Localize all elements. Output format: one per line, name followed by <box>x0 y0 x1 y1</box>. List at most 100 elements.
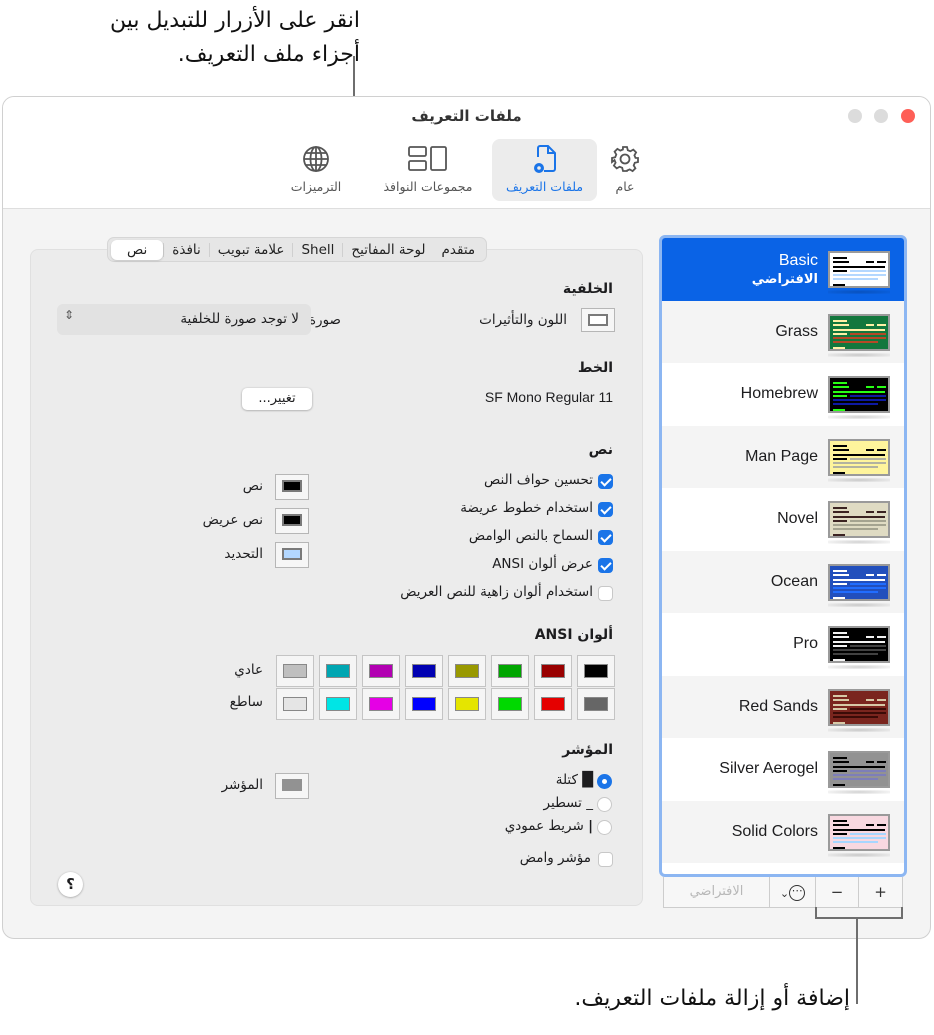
set-default-button[interactable]: الافتراضي <box>664 877 770 907</box>
profile-item[interactable]: Novel <box>662 488 904 551</box>
thumbnail-line <box>833 694 847 697</box>
ansi-bright-swatch[interactable] <box>362 688 400 720</box>
cursor-block-label: كتلة <box>555 772 578 788</box>
profile-item[interactable]: Grass <box>662 300 904 363</box>
ansi-normal-swatch[interactable] <box>319 655 357 687</box>
thumbnail-line <box>850 707 886 710</box>
toolbar-profiles[interactable]: ملفات التعريف <box>492 139 597 201</box>
tab-window[interactable]: نافذة <box>163 242 208 257</box>
thumbnail-line <box>833 586 886 589</box>
ansi-bright-swatch[interactable] <box>577 688 615 720</box>
bold-fonts-checkbox[interactable] <box>598 502 613 517</box>
selection-color-well[interactable] <box>275 542 309 568</box>
profile-item[interactable]: Pro <box>662 613 904 676</box>
thumbnail-line <box>833 382 847 384</box>
ansi-normal-swatch[interactable] <box>577 655 615 687</box>
ansi-normal-label: عادي <box>234 662 263 678</box>
add-remove-bracket <box>815 917 903 919</box>
tab-shell[interactable]: Shell <box>292 242 342 257</box>
toolbar-window-groups[interactable]: مجموعات النوافذ <box>367 139 489 201</box>
thumbnail-line <box>833 823 849 826</box>
blink-cursor-checkbox[interactable] <box>598 852 613 867</box>
thumbnail-line <box>833 707 847 710</box>
thumbnail-line <box>833 511 849 513</box>
cursor-bar-radio[interactable] <box>597 820 612 835</box>
profile-item[interactable]: Ocean <box>662 550 904 613</box>
help-button[interactable]: ؟ <box>58 872 83 897</box>
ansi-normal-swatch[interactable] <box>491 655 529 687</box>
thumbnail-shadow <box>828 602 890 607</box>
ansi-normal-swatch[interactable] <box>405 655 443 687</box>
tab-advanced[interactable]: متقدم <box>434 243 484 257</box>
bar-cursor-icon: | <box>588 818 593 834</box>
ansi-bright-swatch[interactable] <box>534 688 572 720</box>
profile-name-block: Homebrew <box>741 363 818 426</box>
ansi-colors-checkbox[interactable] <box>598 558 613 573</box>
background-image-popup[interactable]: لا توجد صورة للخلفية ⇕ <box>57 304 311 335</box>
ansi-bright-swatch[interactable] <box>448 688 486 720</box>
thumbnail-line <box>833 520 847 522</box>
profile-name: Solid Colors <box>731 822 818 840</box>
ansi-bright-swatch[interactable] <box>276 688 314 720</box>
profile-item[interactable]: Basic الافتراضي <box>662 238 904 301</box>
remove-profile-button[interactable]: − <box>816 877 859 907</box>
tab-tab[interactable]: علامة تبويب <box>208 242 293 257</box>
thumbnail-line <box>833 596 845 599</box>
thumbnail-line <box>833 336 886 339</box>
thumbnail-line <box>833 257 847 259</box>
tab-text[interactable]: نص <box>111 239 164 260</box>
profile-item[interactable]: Red Sands <box>662 675 904 738</box>
minimize-button[interactable] <box>874 109 888 123</box>
bold-text-color-label: نص عريض <box>202 512 263 528</box>
thumbnail-line <box>877 261 886 263</box>
callout-tabs-line2: أجزاء ملف التعريف. <box>177 42 360 67</box>
cursor-block-radio[interactable] <box>597 774 612 789</box>
fullscreen-button[interactable] <box>848 109 862 123</box>
more-actions-button[interactable]: ⌄ ⋯ <box>770 877 816 907</box>
toolbar-encodings[interactable]: الترميزات <box>284 139 348 201</box>
ansi-normal-swatch[interactable] <box>448 655 486 687</box>
ansi-bright-swatch[interactable] <box>405 688 443 720</box>
thumbnail-line <box>833 590 878 593</box>
change-font-button[interactable]: تغيير... <box>242 388 312 410</box>
background-color-well[interactable] <box>581 308 615 332</box>
thumbnail-shadow <box>828 665 890 669</box>
blinking-text-checkbox[interactable] <box>598 530 613 545</box>
smooth-text-checkbox[interactable] <box>598 474 613 489</box>
ansi-normal-swatch[interactable] <box>276 655 314 687</box>
profile-item[interactable]: Silver Aerogel <box>662 738 904 801</box>
thumbnail-shadow <box>828 290 890 294</box>
close-button[interactable] <box>901 109 915 123</box>
tab-keyboard[interactable]: لوحة المفاتيح <box>342 242 433 257</box>
ansi-bright-swatch[interactable] <box>319 688 357 720</box>
bold-text-color-well[interactable] <box>275 508 309 534</box>
text-color-well[interactable] <box>275 474 309 500</box>
bright-bold-checkbox[interactable] <box>598 586 613 601</box>
thumbnail-line <box>833 698 849 701</box>
thumbnail-line <box>866 823 874 826</box>
thumbnail-line <box>833 507 847 509</box>
profile-item[interactable]: Homebrew <box>662 363 904 426</box>
callout-tabs: انقر على الأزرار للتبديل بين أجزاء ملف ا… <box>40 4 360 72</box>
thumbnail-line <box>833 278 878 280</box>
add-remove-bracket-left <box>815 907 817 919</box>
add-profile-button[interactable]: + <box>859 877 902 907</box>
ansi-colors-label: عرض ألوان ANSI <box>492 556 593 572</box>
underline-cursor-icon: _ <box>586 795 593 811</box>
cursor-underline-radio[interactable] <box>597 797 612 812</box>
toolbar-general[interactable]: عام <box>602 139 648 201</box>
thumbnail-line <box>833 828 885 831</box>
profile-item[interactable]: Man Page <box>662 425 904 488</box>
thumbnail-line <box>833 569 847 572</box>
thumbnail-line <box>850 270 886 272</box>
profile-name-block: Basic الافتراضي <box>752 238 818 301</box>
profiles-list: Basic الافتراضي Grass Homebrew Man Page Novel… <box>659 235 907 877</box>
thumbnail-line <box>850 520 886 522</box>
ansi-normal-swatch[interactable] <box>362 655 400 687</box>
thumbnail-line <box>833 444 847 447</box>
cursor-color-well[interactable] <box>275 773 309 799</box>
ansi-bright-swatch[interactable] <box>491 688 529 720</box>
ansi-normal-swatch[interactable] <box>534 655 572 687</box>
profile-item[interactable]: Solid Colors <box>662 800 904 863</box>
cursor-heading: المؤشر <box>562 742 613 758</box>
